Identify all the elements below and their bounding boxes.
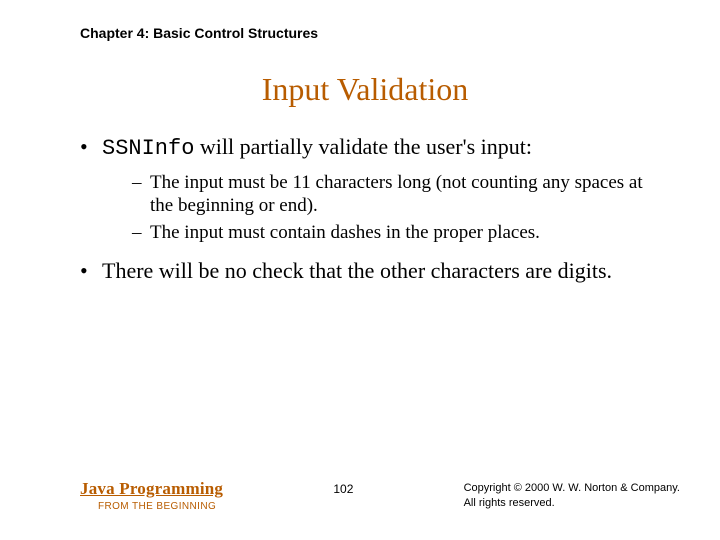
slide-container: Chapter 4: Basic Control Structures Inpu… xyxy=(0,0,720,540)
code-token: SSNInfo xyxy=(102,136,194,161)
page-number: 102 xyxy=(333,482,353,496)
slide-title: Input Validation xyxy=(80,71,650,108)
sub-item-1: The input must be 11 characters long (no… xyxy=(132,171,650,219)
copyright: Copyright © 2000 W. W. Norton & Company.… xyxy=(464,481,680,511)
chapter-header: Chapter 4: Basic Control Structures xyxy=(80,25,650,41)
bullet-list: SSNInfo will partially validate the user… xyxy=(80,133,650,284)
bullet-text: will partially validate the user's input… xyxy=(194,134,532,159)
book-brand: Java Programming FROM THE BEGINNING xyxy=(80,479,223,512)
bullet-item-2: There will be no check that the other ch… xyxy=(80,257,650,285)
sub-list: The input must be 11 characters long (no… xyxy=(102,171,650,245)
copyright-line1: Copyright © 2000 W. W. Norton & Company. xyxy=(464,482,680,494)
book-subtitle: FROM THE BEGINNING xyxy=(98,501,223,512)
bullet-item-1: SSNInfo will partially validate the user… xyxy=(80,133,650,245)
book-title: Java Programming xyxy=(80,479,223,499)
sub-item-2: The input must contain dashes in the pro… xyxy=(132,221,650,245)
copyright-line2: All rights reserved. xyxy=(464,497,555,509)
footer: Java Programming FROM THE BEGINNING 102 … xyxy=(80,479,680,512)
